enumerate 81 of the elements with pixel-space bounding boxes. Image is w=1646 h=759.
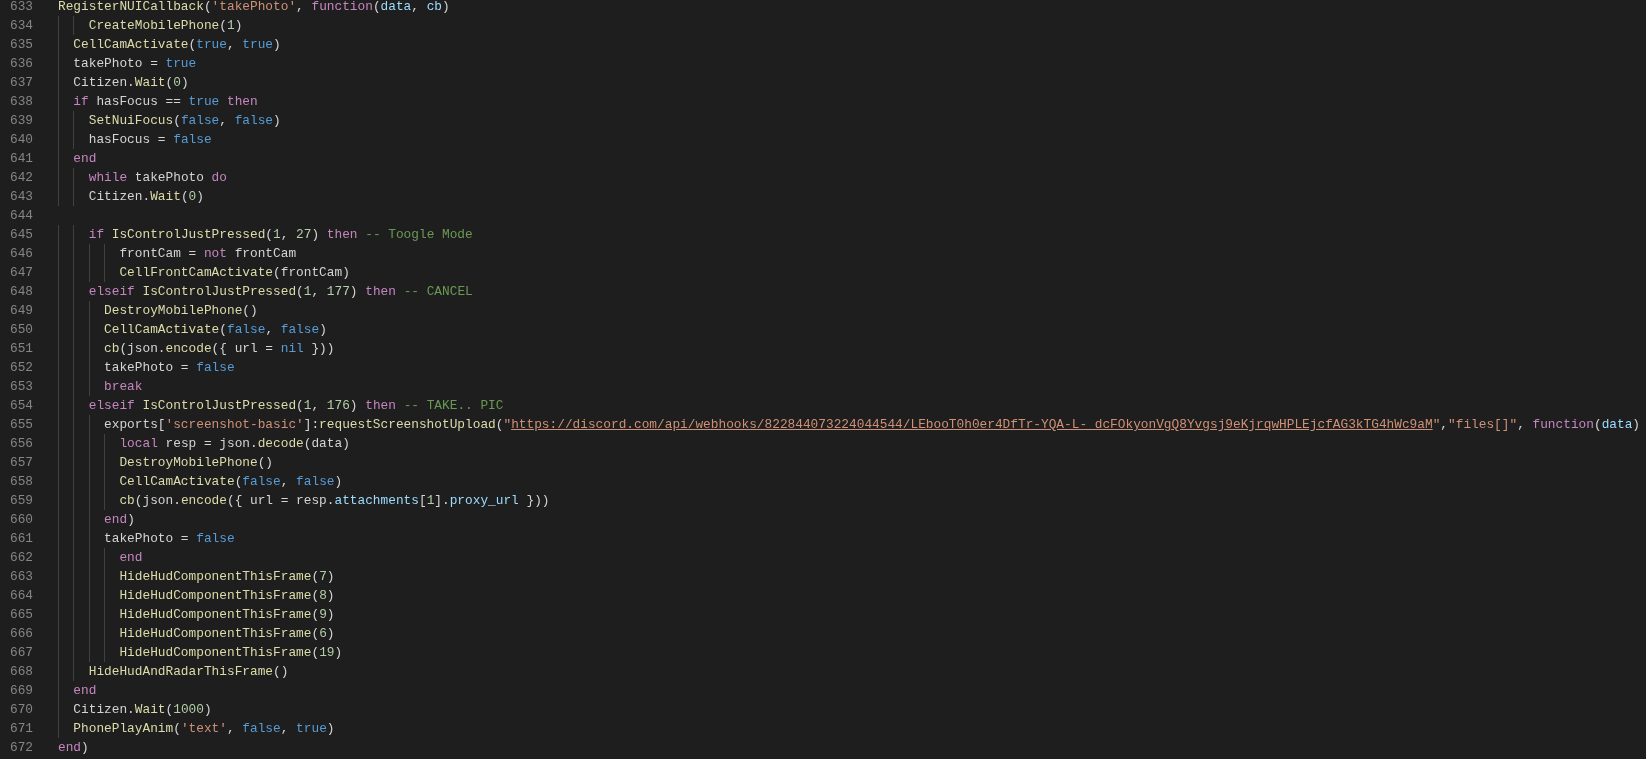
line-number: 636 (8, 55, 33, 73)
code-line: HideHudComponentThisFrame(9) (119, 607, 335, 622)
line-number: 649 (8, 302, 33, 320)
line-number: 639 (8, 112, 33, 130)
code-line: exports['screenshot-basic']:requestScreenshotUpload("https://discord.com/api/webhooks/822844073224044544/LEbooT0h0er4DfTr-YQA-L-_dcFOkyonVgQ8Yvgsj9eKjrqwHPLEjcfAG3kTG4hWc9aM","files[]", function(data) (104, 417, 1641, 432)
line-number: 642 (8, 169, 33, 187)
line-number: 644 (8, 207, 33, 225)
line-number: 645 (8, 226, 33, 244)
code-line: HideHudComponentThisFrame(19) (119, 645, 343, 660)
code-line: CellCamActivate(true, true) (73, 37, 281, 52)
line-number: 667 (8, 644, 33, 662)
code-line: end) (104, 512, 135, 527)
code-line: Citizen.Wait(1000) (73, 702, 212, 717)
code-line: end (73, 151, 97, 166)
line-number: 640 (8, 131, 33, 149)
code-line: takePhoto = false (104, 531, 235, 546)
line-number: 633 (8, 0, 33, 16)
line-number: 672 (8, 739, 33, 757)
code-line: while takePhoto do (88, 170, 227, 185)
code-line: elseif IsControlJustPressed(1, 176) then -- TAKE.. PIC (88, 398, 504, 413)
line-number: 668 (8, 663, 33, 681)
line-number: 659 (8, 492, 33, 510)
code-line: HideHudComponentThisFrame(6) (119, 626, 335, 641)
code-line: elseif IsControlJustPressed(1, 177) then -- CANCEL (88, 284, 473, 299)
line-number: 654 (8, 397, 33, 415)
line-number: 671 (8, 720, 33, 738)
code-line: end) (58, 740, 89, 755)
code-line: takePhoto = true (73, 56, 197, 71)
line-number: 650 (8, 321, 33, 339)
code-line: if hasFocus == true then (73, 94, 258, 109)
url-link[interactable]: https://discord.com/api/webhooks/822844073224044544/LEbooT0h0er4DfTr-YQA-L-_dcFOkyonVgQ8Yvgsj9eKjrqwHPLEjcfAG3kTG4hWc9aM (511, 417, 1433, 432)
code-line: HideHudAndRadarThisFrame() (88, 664, 289, 679)
code-line: cb(json.encode({ url = resp.attachments[1].proxy_url })) (119, 493, 550, 508)
line-number: 658 (8, 473, 33, 491)
line-number: 663 (8, 568, 33, 586)
line-number: 647 (8, 264, 33, 282)
code-line: CellFrontCamActivate(frontCam) (119, 265, 350, 280)
line-number: 665 (8, 606, 33, 624)
line-number: 660 (8, 511, 33, 529)
line-number: 646 (8, 245, 33, 263)
code-line: CreateMobilePhone(1) (88, 18, 243, 33)
code-line: local resp = json.decode(data) (119, 436, 350, 451)
line-number: 670 (8, 701, 33, 719)
code-line: CellCamActivate(false, false) (104, 322, 327, 337)
code-line: PhonePlayAnim('text', false, true) (73, 721, 335, 736)
line-number: 634 (8, 17, 33, 35)
code-line: RegisterNUICallback('takePhoto', function(data, cb) (58, 0, 450, 14)
line-number: 652 (8, 359, 33, 377)
code-line: SetNuiFocus(false, false) (88, 113, 281, 128)
line-number: 638 (8, 93, 33, 111)
code-line: break (104, 379, 143, 394)
code-line: frontCam = not frontCam (119, 246, 297, 261)
code-line: CellCamActivate(false, false) (119, 474, 343, 489)
line-number: 651 (8, 340, 33, 358)
code-line: Citizen.Wait(0) (73, 75, 189, 90)
line-number: 641 (8, 150, 33, 168)
code-line: if IsControlJustPressed(1, 27) then -- Toogle Mode (88, 227, 473, 242)
code-line: takePhoto = false (104, 360, 235, 375)
line-number: 643 (8, 188, 33, 206)
code-line: Citizen.Wait(0) (88, 189, 204, 204)
line-number: 664 (8, 587, 33, 605)
line-number: 662 (8, 549, 33, 567)
line-number: 661 (8, 530, 33, 548)
line-number: 666 (8, 625, 33, 643)
line-number: 637 (8, 74, 33, 92)
code-line: hasFocus = false (88, 132, 212, 147)
line-number: 635 (8, 36, 33, 54)
code-line: HideHudComponentThisFrame(7) (119, 569, 335, 584)
code-line: cb(json.encode({ url = nil })) (104, 341, 335, 356)
line-number: 656 (8, 435, 33, 453)
line-number: 655 (8, 416, 33, 434)
line-number: 648 (8, 283, 33, 301)
line-number: 653 (8, 378, 33, 396)
code-line: HideHudComponentThisFrame(8) (119, 588, 335, 603)
line-number: 669 (8, 682, 33, 700)
code-line: end (73, 683, 97, 698)
code-line: DestroyMobilePhone() (104, 303, 258, 318)
indent-guide (73, 16, 75, 35)
code-line: end (119, 550, 143, 565)
code-line: DestroyMobilePhone() (119, 455, 274, 470)
line-number: 657 (8, 454, 33, 472)
